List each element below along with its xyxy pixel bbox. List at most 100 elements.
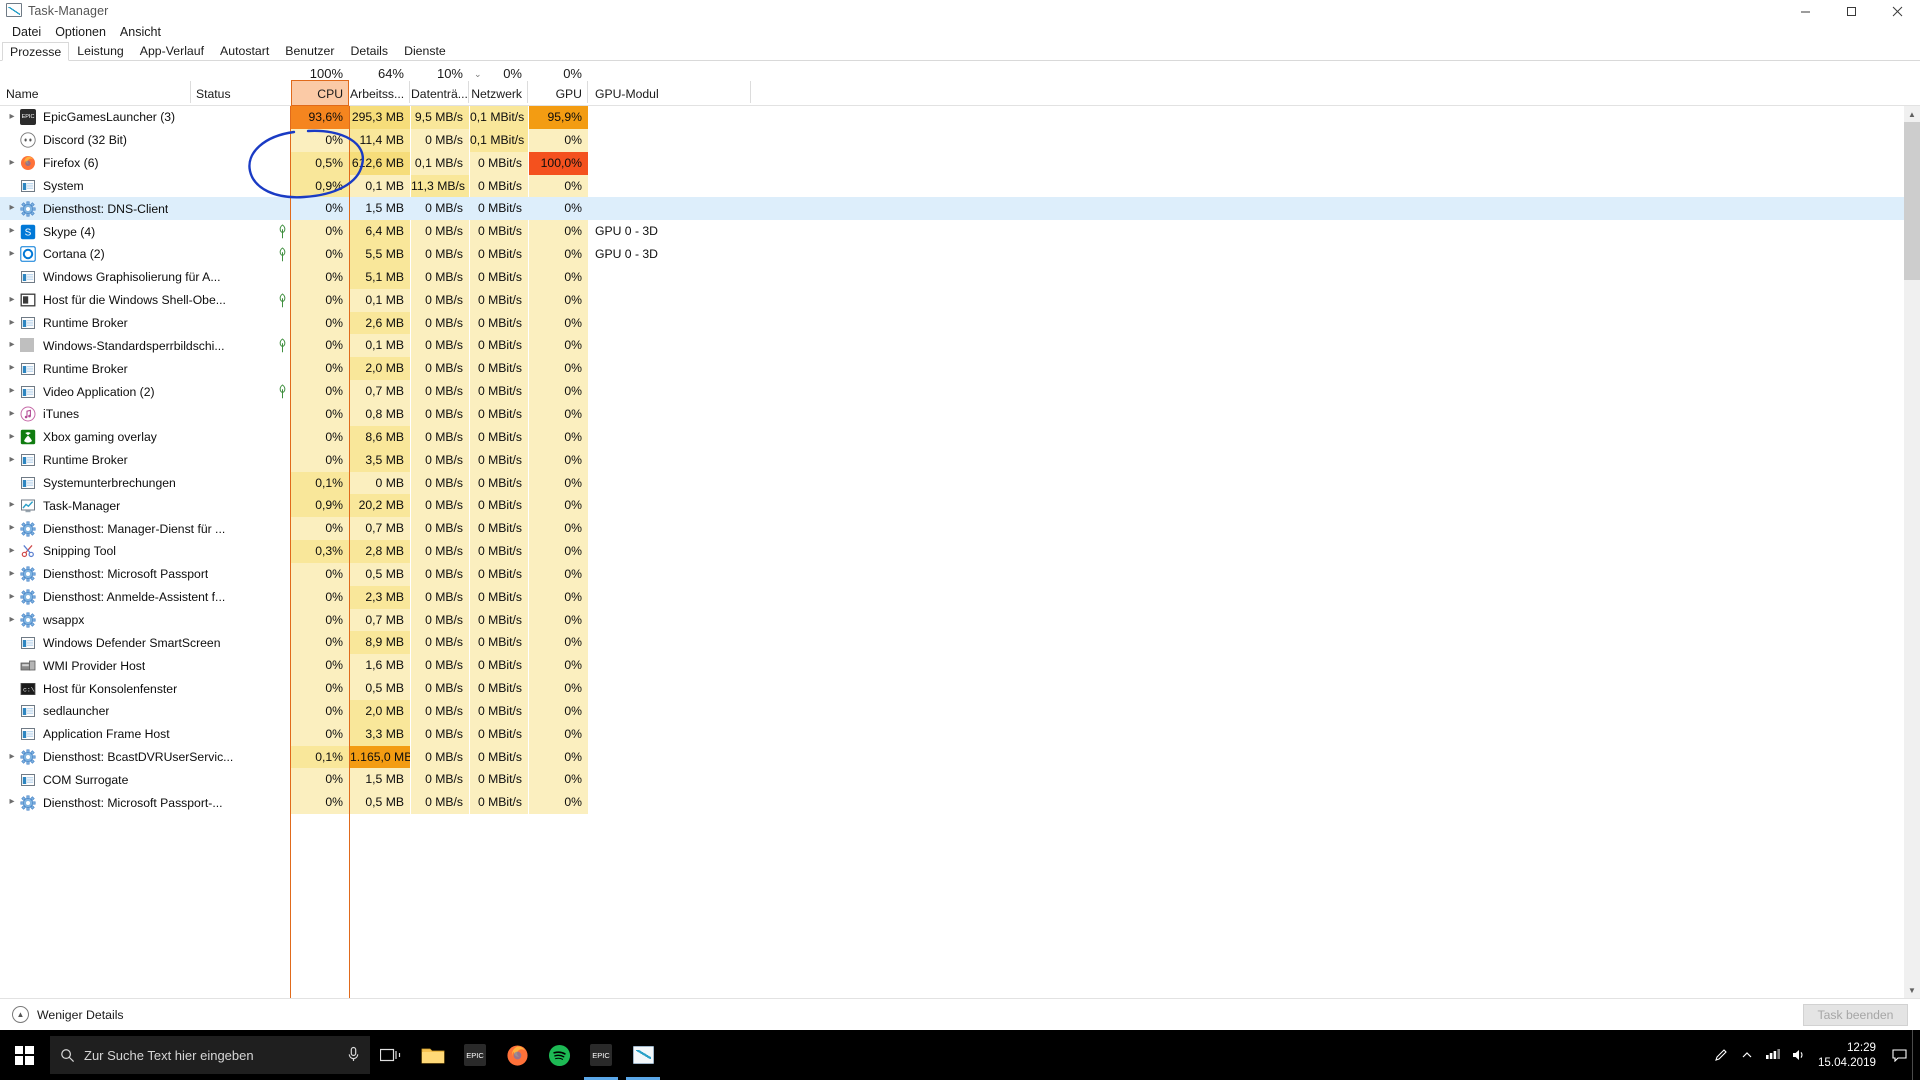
end-task-button[interactable]: Task beenden	[1803, 1004, 1908, 1026]
microphone-icon[interactable]	[347, 1046, 360, 1066]
table-row[interactable]: ▸ wsappx 0% 0,7 MB 0 MB/s 0 MBit/s 0%	[0, 608, 1920, 632]
table-row[interactable]: ▸ S Skype (4) 0% 6,4 MB 0 MB/s 0 MBit/s 0% GPU 0…	[0, 220, 1920, 244]
expand-chevron-icon[interactable]: ▸	[4, 517, 20, 540]
task-view-icon[interactable]	[370, 1030, 412, 1080]
table-row[interactable]: ▸ Xbox gaming overlay 0% 8,6 MB 0 MB/s 0 MBit…	[0, 425, 1920, 449]
spotify-icon[interactable]	[538, 1030, 580, 1080]
minimize-button[interactable]	[1782, 0, 1828, 22]
expand-chevron-icon[interactable]: ▸	[4, 791, 20, 814]
process-name-label: Runtime Broker	[43, 453, 128, 468]
cell-gpu-engine	[589, 449, 751, 472]
expand-chevron-icon[interactable]: ▸	[4, 403, 20, 426]
expand-chevron-icon[interactable]: ▸	[4, 220, 20, 243]
taskbar-clock[interactable]: 12:29 15.04.2019	[1812, 1030, 1886, 1080]
tab-prozesse[interactable]: Prozesse	[2, 42, 70, 61]
cell-disk: 0 MB/s	[411, 425, 469, 449]
table-row[interactable]: ▸sedlauncher0%2,0 MB0 MB/s0 MBit/s0%	[0, 699, 1920, 723]
column-header-network[interactable]: ⌄ 0% Netzwerk	[470, 61, 528, 106]
search-box[interactable]: Zur Suche Text hier eingeben	[50, 1036, 370, 1074]
tab-app-verlauf[interactable]: App-Verlauf	[132, 41, 212, 60]
column-header-disk[interactable]: 10% Datenträ...	[411, 61, 469, 106]
table-row[interactable]: ▸ Diensthost: Microsoft Passport-... 0% 0,5…	[0, 791, 1920, 815]
pen-icon[interactable]	[1708, 1030, 1734, 1080]
expand-chevron-icon[interactable]: ▸	[4, 426, 20, 449]
expand-chevron-icon[interactable]: ▸	[4, 334, 20, 357]
table-row[interactable]: ▸ Runtime Broker 0% 2,0 MB 0 MB/s 0 MBit/s 0%	[0, 357, 1920, 381]
scroll-down-button[interactable]: ▼	[1904, 982, 1920, 998]
expand-chevron-icon[interactable]: ▸	[4, 563, 20, 586]
table-row[interactable]: ▸ Runtime Broker 0% 2,6 MB 0 MB/s 0 MBit/s 0%	[0, 311, 1920, 335]
scrollbar-thumb[interactable]	[1904, 122, 1920, 280]
maximize-button[interactable]	[1828, 0, 1874, 22]
table-row[interactable]: ▸ Diensthost: Anmelde-Assistent f... 0% 2,3…	[0, 585, 1920, 609]
epic-games-launcher-icon[interactable]: EPIC	[580, 1030, 622, 1080]
table-row[interactable]: ▸System0,9%0,1 MB11,3 MB/s0 MBit/s0%	[0, 174, 1920, 198]
tab-details[interactable]: Details	[342, 41, 396, 60]
volume-icon[interactable]	[1786, 1030, 1812, 1080]
table-row[interactable]: ▸ Host für die Windows Shell-Obe... 0% 0,1 …	[0, 288, 1920, 312]
column-header-name[interactable]: Name	[0, 61, 190, 106]
menu-optionen[interactable]: Optionen	[48, 24, 113, 40]
table-row[interactable]: ▸Application Frame Host0%3,3 MB0 MB/s0 M…	[0, 722, 1920, 746]
notification-center-icon[interactable]	[1886, 1030, 1912, 1080]
table-row[interactable]: ▸ Diensthost: BcastDVRUserServic... 0,1% 1.…	[0, 745, 1920, 769]
table-row[interactable]: ▸ iTunes 0% 0,8 MB 0 MB/s 0 MBit/s 0%	[0, 402, 1920, 426]
expand-chevron-icon[interactable]: ▸	[4, 197, 20, 220]
fewer-details-button[interactable]: ▲ Weniger Details	[12, 1006, 124, 1023]
expand-chevron-icon[interactable]: ▸	[4, 494, 20, 517]
expand-chevron-icon[interactable]: ▸	[4, 106, 20, 129]
close-button[interactable]	[1874, 0, 1920, 22]
expand-chevron-icon[interactable]: ▸	[4, 609, 20, 632]
table-row[interactable]: ▸ Diensthost: Microsoft Passport 0% 0,5 MB 0…	[0, 562, 1920, 586]
table-row[interactable]: ▸Systemunterbrechungen0,1%0 MB0 MB/s0 MB…	[0, 471, 1920, 495]
cell-cpu: 0%	[291, 722, 349, 746]
table-row[interactable]: ▸ Task-Manager 0,9% 20,2 MB 0 MB/s 0 MBit/s 0%	[0, 494, 1920, 518]
table-row[interactable]: ▸ Windows-Standardsperrbildschi... 0% 0,1 M…	[0, 334, 1920, 358]
table-row[interactable]: ▸WMI Provider Host0%1,6 MB0 MB/s0 MBit/s…	[0, 654, 1920, 678]
vertical-scrollbar[interactable]: ▲ ▼	[1904, 106, 1920, 998]
table-row[interactable]: ▸Windows Defender SmartScreen0%8,9 MB0 M…	[0, 631, 1920, 655]
column-header-memory[interactable]: 64% Arbeitss...	[350, 61, 410, 106]
table-row[interactable]: ▸ Firefox (6) 0,5% 612,6 MB 0,1 MB/s 0 MBit/s…	[0, 151, 1920, 175]
tab-benutzer[interactable]: Benutzer	[277, 41, 342, 60]
tab-dienste[interactable]: Dienste	[396, 41, 454, 60]
table-row[interactable]: ▸ Video Application (2) 0% 0,7 MB 0 MB/s 0 MB…	[0, 380, 1920, 403]
table-row[interactable]: ▸COM Surrogate0%1,5 MB0 MB/s0 MBit/s0%	[0, 768, 1920, 792]
expand-chevron-icon[interactable]: ▸	[4, 357, 20, 380]
expand-chevron-icon[interactable]: ▸	[4, 586, 20, 609]
expand-chevron-icon[interactable]: ▸	[4, 449, 20, 472]
table-row[interactable]: ▸ Snipping Tool 0,3% 2,8 MB 0 MB/s 0 MBit/s 0%	[0, 540, 1920, 563]
table-row[interactable]: ▸c:\Host für Konsolenfenster0%0,5 MB0 MB…	[0, 677, 1920, 700]
expand-chevron-icon[interactable]: ▸	[4, 289, 20, 312]
cell-disk: 0 MB/s	[411, 288, 469, 312]
expand-chevron-icon[interactable]: ▸	[4, 152, 20, 175]
table-row[interactable]: ▸ EPIC EpicGamesLauncher (3) 93,6% 295,3 MB 9…	[0, 106, 1920, 129]
task-manager-taskbar-icon[interactable]	[622, 1030, 664, 1080]
menu-datei[interactable]: Datei	[5, 24, 48, 40]
expand-chevron-icon[interactable]: ▸	[4, 312, 20, 335]
menu-ansicht[interactable]: Ansicht	[113, 24, 168, 40]
expand-chevron-icon[interactable]: ▸	[4, 380, 20, 403]
expand-chevron-icon[interactable]: ▸	[4, 540, 20, 563]
epic-games-icon[interactable]: EPIC	[454, 1030, 496, 1080]
column-header-gpu[interactable]: 0% GPU	[529, 61, 588, 106]
expand-chevron-icon[interactable]: ▸	[4, 746, 20, 769]
start-button[interactable]	[0, 1030, 48, 1080]
tab-leistung[interactable]: Leistung	[69, 41, 132, 60]
table-row[interactable]: ▸Discord (32 Bit)0%11,4 MB0 MB/s0,1 MBit…	[0, 128, 1920, 152]
show-desktop-button[interactable]	[1912, 1030, 1920, 1080]
chevron-up-icon[interactable]	[1734, 1030, 1760, 1080]
table-row[interactable]: ▸ Diensthost: Manager-Dienst für ... 0% 0,7…	[0, 517, 1920, 541]
column-header-status[interactable]: Status	[190, 61, 290, 106]
network-icon[interactable]	[1760, 1030, 1786, 1080]
scroll-up-button[interactable]: ▲	[1904, 106, 1920, 122]
table-row[interactable]: ▸ Runtime Broker 0% 3,5 MB 0 MB/s 0 MBit/s 0%	[0, 448, 1920, 472]
table-row[interactable]: ▸Windows Graphisolierung für A...0%5,1 M…	[0, 265, 1920, 289]
table-row[interactable]: ▸ Cortana (2) 0% 5,5 MB 0 MB/s 0 MBit/s 0% GPU …	[0, 243, 1920, 266]
column-header-gpu-engine[interactable]: GPU-Modul	[589, 61, 751, 106]
file-explorer-icon[interactable]	[412, 1030, 454, 1080]
table-row[interactable]: ▸ Diensthost: DNS-Client 0% 1,5 MB 0 MB/s 0 M…	[0, 197, 1920, 221]
firefox-icon[interactable]	[496, 1030, 538, 1080]
tab-autostart[interactable]: Autostart	[212, 41, 277, 60]
expand-chevron-icon[interactable]: ▸	[4, 243, 20, 266]
